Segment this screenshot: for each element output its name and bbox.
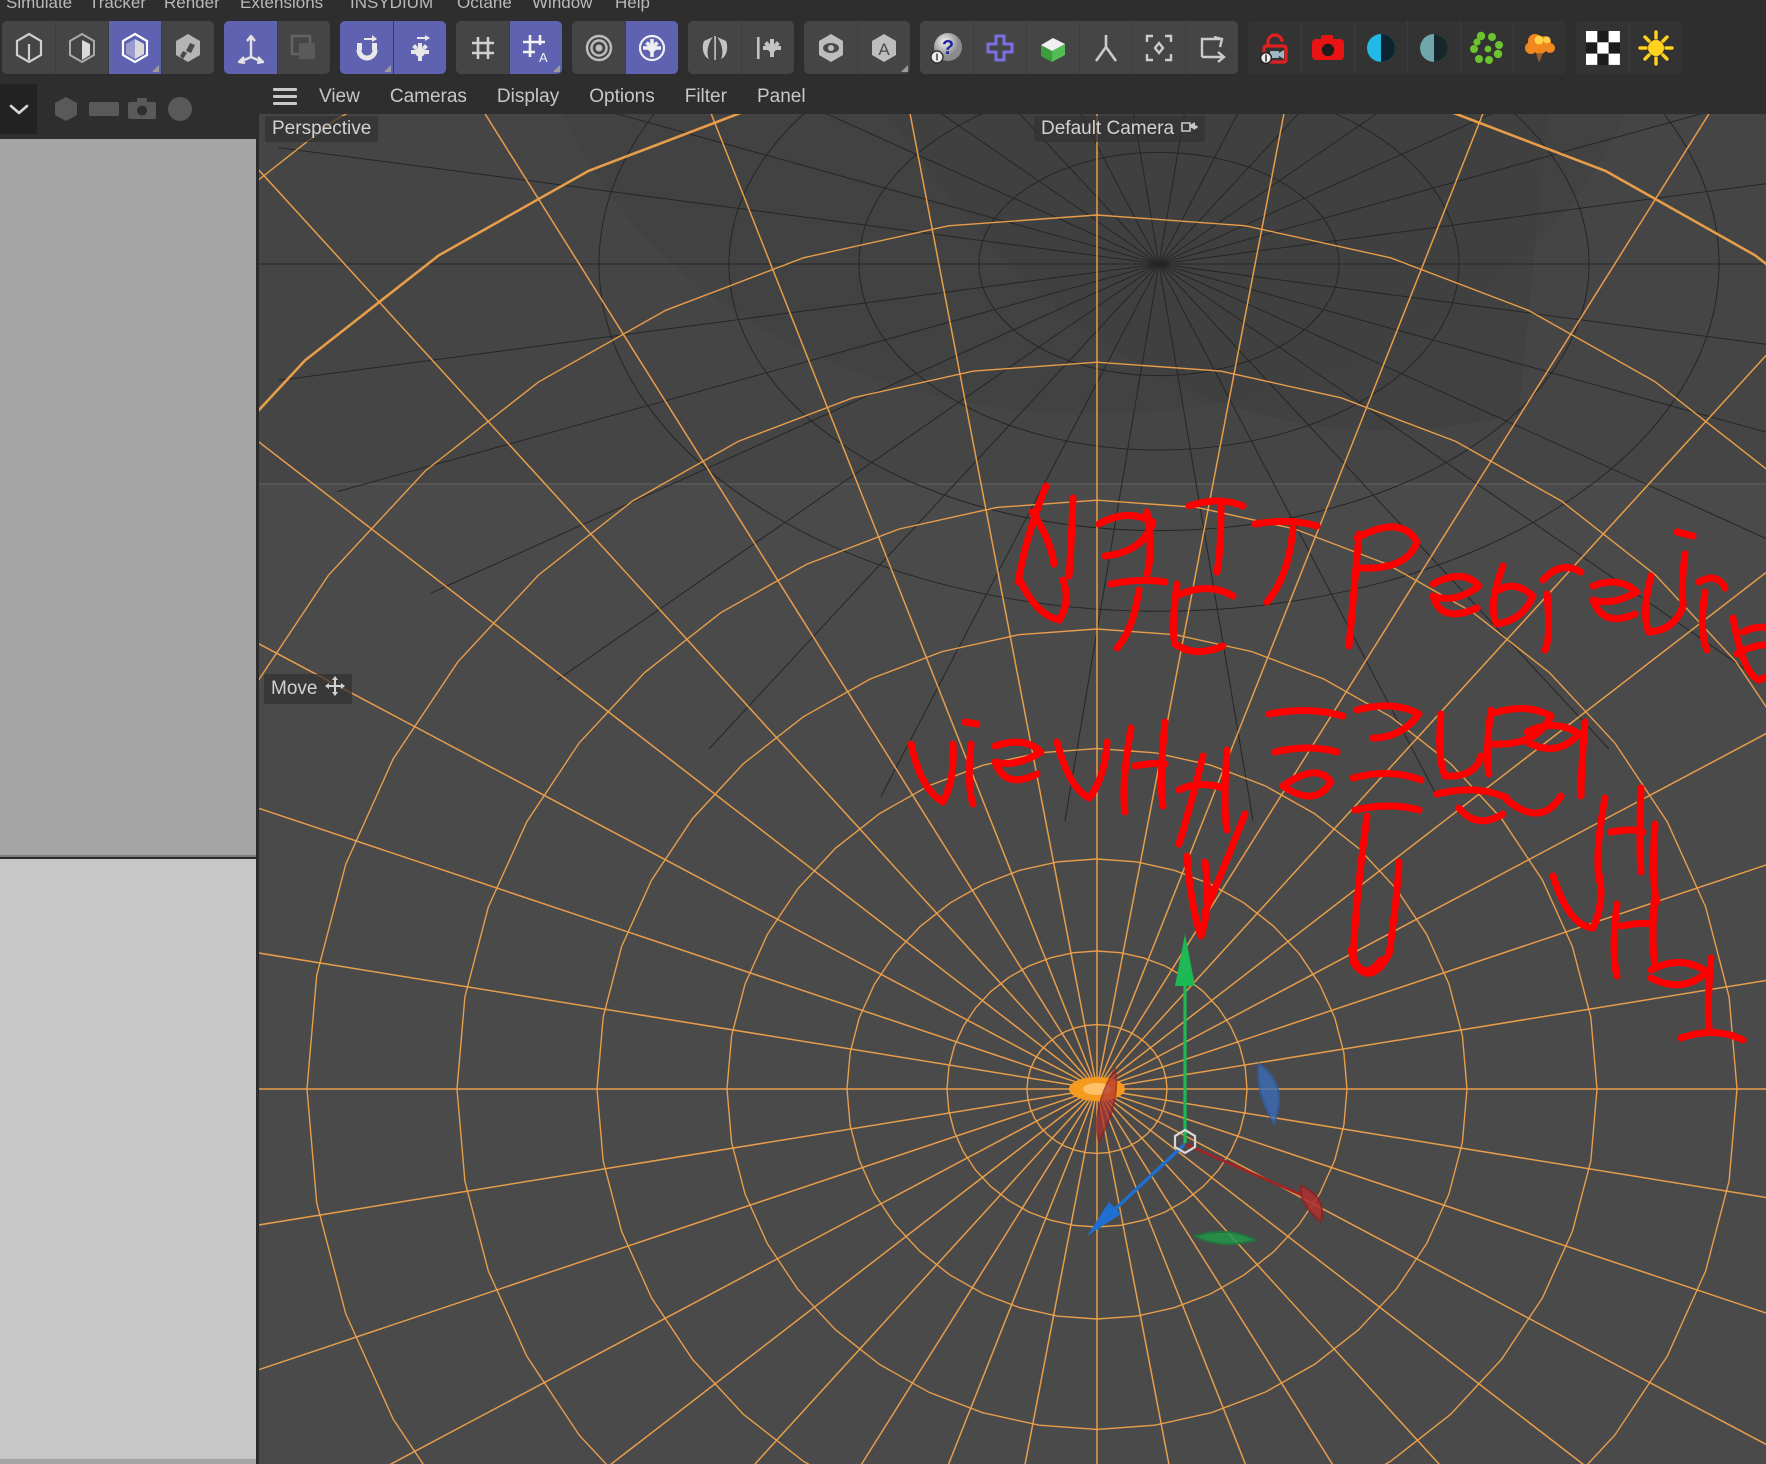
viewport-label-perspective: Perspective bbox=[265, 116, 379, 142]
visibility-button[interactable] bbox=[804, 21, 857, 74]
main-menu-bar: Simulate Tracker Render Extensions INSYD… bbox=[0, 0, 1766, 16]
octane-lock-camera-button[interactable] bbox=[1248, 21, 1301, 74]
viewport-menu-filter[interactable]: Filter bbox=[685, 86, 727, 108]
render-group bbox=[572, 21, 678, 74]
viewport-label-tool[interactable]: Move bbox=[264, 674, 353, 704]
viewport-canvas[interactable]: Perspective Default Camera Move bbox=[259, 114, 1766, 1464]
viewport-menu-cameras[interactable]: Cameras bbox=[390, 86, 467, 108]
editable-object-button[interactable] bbox=[2, 21, 55, 74]
filter-light-icon[interactable] bbox=[161, 84, 199, 134]
render-settings-button[interactable] bbox=[625, 21, 678, 74]
octane-vdb-button[interactable] bbox=[1513, 21, 1566, 74]
checker-material-button[interactable] bbox=[1576, 21, 1629, 74]
menu-item-help[interactable]: Help bbox=[615, 0, 650, 13]
octane-render-button[interactable] bbox=[1301, 21, 1354, 74]
octane-scatter-button[interactable] bbox=[1460, 21, 1513, 74]
workplane-group: A bbox=[456, 21, 562, 74]
workplane-button[interactable] bbox=[456, 21, 509, 74]
menu-item-window[interactable]: Window bbox=[532, 0, 592, 13]
viewport-label-camera[interactable]: Default Camera bbox=[1034, 116, 1206, 142]
hamburger-menu-icon[interactable] bbox=[273, 88, 297, 105]
sun-light-button[interactable] bbox=[1629, 21, 1682, 74]
viewport-menu-bar: View Cameras Display Options Filter Pane… bbox=[259, 79, 1766, 114]
filter-object-icon[interactable] bbox=[47, 84, 85, 134]
center-target-button[interactable] bbox=[1132, 21, 1185, 74]
svg-text:A: A bbox=[539, 50, 548, 65]
snap-group bbox=[340, 21, 446, 74]
bottom-panel-strip bbox=[0, 1459, 256, 1464]
viewport-menu-view[interactable]: View bbox=[319, 86, 360, 108]
filter-tag-icon[interactable] bbox=[85, 84, 123, 134]
object-manager-header bbox=[0, 79, 259, 139]
menu-item-simulate[interactable]: Simulate bbox=[6, 0, 72, 13]
texture-mode-button[interactable] bbox=[161, 21, 214, 74]
axis-group bbox=[224, 21, 330, 74]
octane-settings-button[interactable] bbox=[1407, 21, 1460, 74]
main-toolbar: A A ? bbox=[0, 16, 1766, 79]
visibility-group: A bbox=[804, 21, 910, 74]
merge-button[interactable] bbox=[1079, 21, 1132, 74]
help-sphere-button[interactable]: ? bbox=[920, 21, 973, 74]
auto-workplane-button[interactable]: A bbox=[509, 21, 562, 74]
model-mode-button[interactable] bbox=[55, 21, 108, 74]
annotation-button[interactable]: A bbox=[857, 21, 910, 74]
object-manager-panel[interactable] bbox=[0, 139, 256, 857]
enable-snap-button[interactable] bbox=[340, 21, 393, 74]
viewport-menu-display[interactable]: Display bbox=[497, 86, 559, 108]
move-tool-label: Move bbox=[271, 678, 318, 699]
menu-item-render[interactable]: Render bbox=[164, 0, 220, 13]
xparticles-button[interactable] bbox=[973, 21, 1026, 74]
menu-item-octane[interactable]: Octane bbox=[457, 0, 512, 13]
attribute-manager-panel[interactable] bbox=[0, 859, 256, 1459]
object-axis-button[interactable] bbox=[277, 21, 330, 74]
mode-group bbox=[2, 21, 214, 74]
snap-settings-button[interactable] bbox=[393, 21, 446, 74]
svg-text:?: ? bbox=[941, 37, 953, 59]
svg-text:A: A bbox=[878, 40, 890, 59]
viewport-container: View Cameras Display Options Filter Pane… bbox=[259, 79, 1766, 1464]
object-mode-button[interactable] bbox=[108, 21, 161, 74]
viewport-menu-panel[interactable]: Panel bbox=[757, 86, 806, 108]
expand-panel-button[interactable] bbox=[0, 84, 37, 134]
menu-item-tracker[interactable]: Tracker bbox=[89, 0, 146, 13]
render-view-button[interactable] bbox=[572, 21, 625, 74]
symmetry-settings-button[interactable] bbox=[741, 21, 794, 74]
green-cube-button[interactable] bbox=[1026, 21, 1079, 74]
world-axis-button[interactable] bbox=[224, 21, 277, 74]
filter-camera-icon[interactable] bbox=[123, 84, 161, 134]
octane-live-viewer-button[interactable] bbox=[1354, 21, 1407, 74]
viewport-menu-options[interactable]: Options bbox=[589, 86, 654, 108]
mirror-button[interactable] bbox=[688, 21, 741, 74]
cinema4d-window: Simulate Tracker Render Extensions INSYD… bbox=[0, 0, 1766, 1464]
camera-lock-icon[interactable] bbox=[1180, 118, 1198, 140]
menu-item-insydium[interactable]: INSYDIUM bbox=[350, 0, 433, 13]
left-panel-column bbox=[0, 79, 259, 1464]
material-group bbox=[1576, 21, 1682, 74]
plugins-group: ? bbox=[920, 21, 1238, 74]
menu-item-extensions[interactable]: Extensions bbox=[240, 0, 323, 13]
scale-expand-button[interactable] bbox=[1185, 21, 1238, 74]
symmetry-group bbox=[688, 21, 794, 74]
octane-group bbox=[1248, 21, 1566, 74]
move-tool-icon[interactable] bbox=[325, 676, 346, 702]
camera-label-text: Default Camera bbox=[1041, 118, 1175, 139]
move-gizmo[interactable] bbox=[259, 114, 1766, 1464]
